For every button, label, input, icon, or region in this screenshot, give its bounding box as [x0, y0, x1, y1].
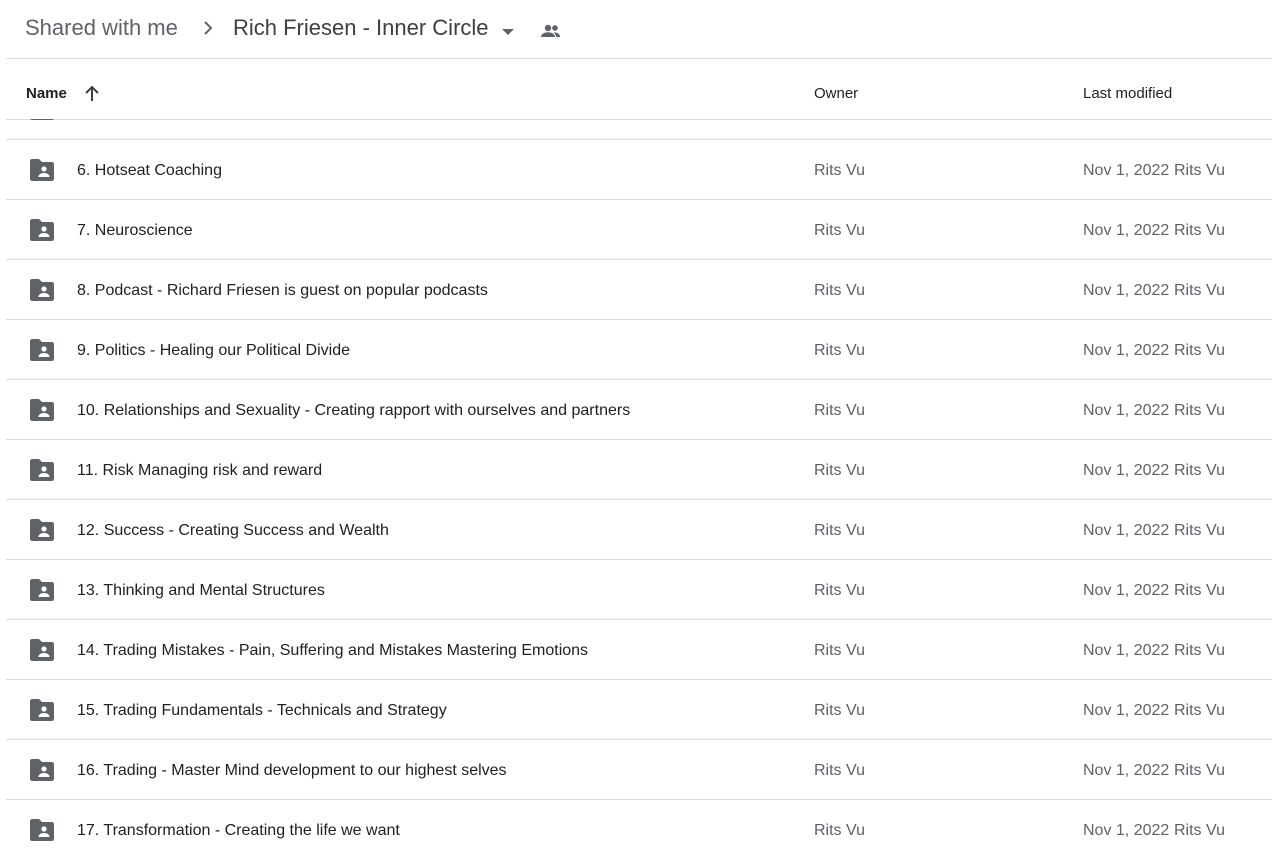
shared-folder-icon — [28, 458, 56, 482]
people-icon[interactable] — [539, 19, 563, 43]
file-name[interactable]: 12. Success - Creating Success and Wealt… — [77, 521, 389, 541]
file-name[interactable]: 16. Trading - Master Mind development to… — [77, 761, 507, 781]
arrow-up-icon[interactable] — [82, 84, 102, 104]
file-modified-by: Rits Vu — [1174, 222, 1225, 239]
table-row[interactable]: 10. Relationships and Sexuality - Creati… — [6, 380, 1272, 440]
file-modified-date: Nov 1, 2022 — [1083, 762, 1170, 779]
file-modified-date: Nov 1, 2022 — [1083, 402, 1170, 419]
file-name[interactable]: 11. Risk Managing risk and reward — [77, 461, 322, 481]
file-modified-date: Nov 1, 2022 — [1083, 522, 1170, 539]
shared-folder-icon — [28, 698, 56, 722]
shared-folder-icon — [28, 818, 56, 842]
file-owner: Rits Vu — [814, 222, 865, 239]
file-modified-by: Rits Vu — [1174, 342, 1225, 359]
arrow-drop-down-icon[interactable] — [501, 24, 515, 35]
table-row[interactable]: 6. Hotseat Coaching Rits Vu Nov 1, 2022 Rit… — [6, 140, 1272, 200]
file-owner: Rits Vu — [814, 702, 865, 719]
file-modified-date: Nov 1, 2022 — [1083, 582, 1170, 599]
shared-folder-icon — [28, 218, 56, 242]
file-modified-date: Nov 1, 2022 — [1083, 342, 1170, 359]
file-modified-date: Nov 1, 2022 — [1083, 702, 1170, 719]
file-modified-by: Rits Vu — [1174, 402, 1225, 419]
file-owner: Rits Vu — [814, 642, 865, 659]
table-row[interactable]: 14. Trading Mistakes - Pain, Suffering a… — [6, 620, 1272, 680]
file-name[interactable]: 10. Relationships and Sexuality - Creati… — [77, 401, 630, 421]
file-modified-date: Nov 1, 2022 — [1083, 222, 1170, 239]
file-owner: Rits Vu — [814, 282, 865, 299]
shared-folder-icon — [30, 119, 54, 120]
table-row[interactable]: 8. Podcast - Richard Friesen is guest on… — [6, 260, 1272, 320]
file-owner: Rits Vu — [814, 582, 865, 599]
shared-folder-icon — [28, 758, 56, 782]
file-owner: Rits Vu — [814, 522, 865, 539]
file-name[interactable]: 14. Trading Mistakes - Pain, Suffering a… — [77, 641, 588, 661]
table-row[interactable]: 16. Trading - Master Mind development to… — [6, 740, 1272, 800]
file-name[interactable]: 13. Thinking and Mental Structures — [77, 581, 325, 601]
drive-folder-view: Shared with me Rich Friesen - Inner Circ… — [0, 0, 1272, 853]
table-row-partial[interactable] — [6, 119, 1272, 140]
file-modified-by: Rits Vu — [1174, 642, 1225, 659]
breadcrumb-current-folder[interactable]: Rich Friesen - Inner Circle — [233, 14, 489, 42]
table-row[interactable]: 17. Transformation - Creating the life w… — [6, 800, 1272, 853]
file-modified-date: Nov 1, 2022 — [1083, 642, 1170, 659]
shared-folder-icon — [28, 338, 56, 362]
breadcrumb-shared-with-me[interactable]: Shared with me — [25, 14, 178, 42]
file-modified-by: Rits Vu — [1174, 162, 1225, 179]
chevron-right-icon — [200, 18, 216, 38]
shared-folder-icon — [28, 578, 56, 602]
file-name[interactable]: 9. Politics - Healing our Political Divi… — [77, 341, 350, 361]
file-modified-by: Rits Vu — [1174, 582, 1225, 599]
file-modified-by: Rits Vu — [1174, 282, 1225, 299]
file-modified-by: Rits Vu — [1174, 822, 1225, 839]
column-header-owner[interactable]: Owner — [814, 85, 858, 103]
file-modified-by: Rits Vu — [1174, 762, 1225, 779]
file-owner: Rits Vu — [814, 402, 865, 419]
column-header-name[interactable]: Name — [26, 85, 67, 103]
file-name[interactable]: 6. Hotseat Coaching — [77, 161, 222, 181]
table-row[interactable]: 13. Thinking and Mental Structures Rits V… — [6, 560, 1272, 620]
table-row[interactable]: 12. Success - Creating Success and Wealt… — [6, 500, 1272, 560]
breadcrumb: Shared with me Rich Friesen - Inner Circ… — [0, 0, 1272, 58]
file-modified-date: Nov 1, 2022 — [1083, 462, 1170, 479]
file-owner: Rits Vu — [814, 342, 865, 359]
file-owner: Rits Vu — [814, 162, 865, 179]
shared-folder-icon — [28, 278, 56, 302]
file-modified-date: Nov 1, 2022 — [1083, 822, 1170, 839]
column-header-row: Name Owner Last modified — [6, 59, 1272, 120]
shared-folder-icon — [28, 398, 56, 422]
file-owner: Rits Vu — [814, 762, 865, 779]
file-name[interactable]: 8. Podcast - Richard Friesen is guest on… — [77, 281, 488, 301]
shared-folder-icon — [28, 518, 56, 542]
shared-folder-icon — [28, 158, 56, 182]
column-header-last-modified[interactable]: Last modified — [1083, 85, 1172, 103]
file-owner: Rits Vu — [814, 822, 865, 839]
file-modified-by: Rits Vu — [1174, 702, 1225, 719]
file-name[interactable]: 17. Transformation - Creating the life w… — [77, 821, 400, 841]
file-modified-date: Nov 1, 2022 — [1083, 282, 1170, 299]
table-row[interactable]: 9. Politics - Healing our Political Divi… — [6, 320, 1272, 380]
file-owner: Rits Vu — [814, 462, 865, 479]
file-modified-by: Rits Vu — [1174, 522, 1225, 539]
table-row[interactable]: 7. Neuroscience Rits Vu Nov 1, 2022 Rits Vu — [6, 200, 1272, 260]
table-row[interactable]: 11. Risk Managing risk and reward Rits Vu… — [6, 440, 1272, 500]
file-name[interactable]: 15. Trading Fundamentals - Technicals an… — [77, 701, 447, 721]
file-list: 6. Hotseat Coaching Rits Vu Nov 1, 2022 Rit… — [6, 140, 1272, 853]
shared-folder-icon — [28, 638, 56, 662]
file-name[interactable]: 7. Neuroscience — [77, 221, 193, 241]
file-modified-by: Rits Vu — [1174, 462, 1225, 479]
file-modified-date: Nov 1, 2022 — [1083, 162, 1170, 179]
table-row[interactable]: 15. Trading Fundamentals - Technicals an… — [6, 680, 1272, 740]
